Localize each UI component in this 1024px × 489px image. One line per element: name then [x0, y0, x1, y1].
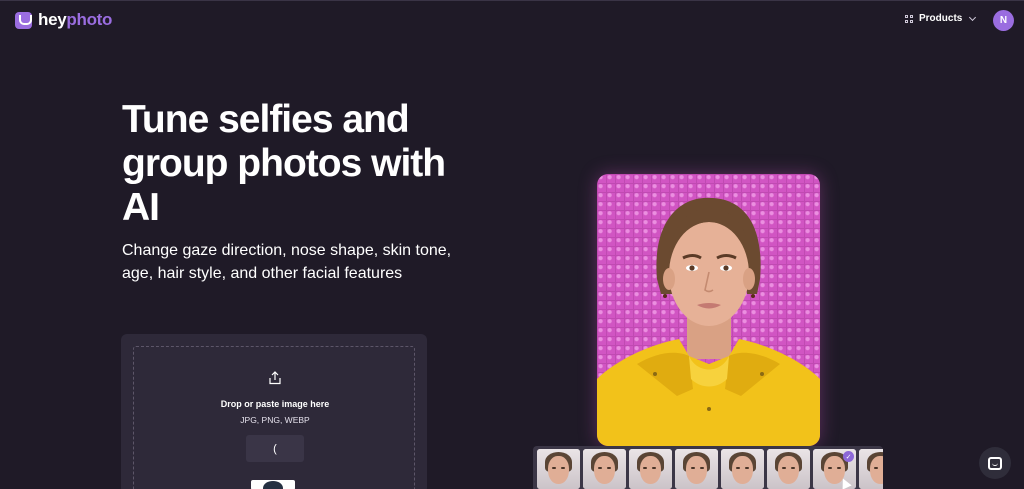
logo-hand-icon — [15, 11, 32, 29]
upload-icon — [269, 371, 281, 385]
drop-title: Drop or paste image here — [220, 399, 330, 409]
chat-icon — [988, 456, 1002, 470]
variation-thumbnail[interactable] — [583, 449, 626, 489]
image-dropzone[interactable]: Drop or paste image here JPG, PNG, WEBP … — [133, 346, 415, 489]
avatar-initial: N — [999, 15, 1008, 26]
logo[interactable]: heyphoto — [15, 10, 112, 30]
top-border — [0, 0, 1024, 1]
check-icon: ✓ — [843, 451, 854, 462]
chevron-down-icon — [969, 13, 977, 21]
sample-image-thumbnail[interactable] — [251, 480, 295, 489]
variation-thumbnail[interactable] — [721, 449, 764, 489]
upload-button-label: ( — [273, 442, 277, 455]
hero-title: Tune selfies and group photos with AI — [122, 98, 446, 229]
logo-text-hey: hey — [38, 10, 67, 29]
variation-thumbnail[interactable] — [537, 449, 580, 489]
products-menu-button[interactable]: Products — [905, 13, 977, 24]
variation-thumbnails-strip: ✓ — [533, 446, 883, 489]
products-label: Products — [919, 13, 963, 24]
grid-icon — [905, 14, 913, 23]
upload-button[interactable]: ( — [246, 435, 304, 462]
variation-thumbnail[interactable] — [675, 449, 718, 489]
hero-subtitle: Change gaze direction, nose shape, skin … — [122, 242, 452, 282]
portrait-illustration — [597, 197, 820, 446]
upload-panel: Drop or paste image here JPG, PNG, WEBP … — [121, 334, 427, 489]
variation-thumbnail[interactable] — [859, 449, 883, 489]
variation-thumbnail[interactable] — [767, 449, 810, 489]
logo-text-photo: photo — [66, 10, 113, 29]
chat-support-button[interactable] — [979, 447, 1011, 479]
logo-text: heyphoto — [38, 10, 112, 30]
variation-thumbnail[interactable] — [629, 449, 672, 489]
user-avatar[interactable]: N — [993, 10, 1014, 31]
demo-portrait — [597, 174, 820, 446]
supported-formats: JPG, PNG, WEBP — [240, 415, 310, 425]
